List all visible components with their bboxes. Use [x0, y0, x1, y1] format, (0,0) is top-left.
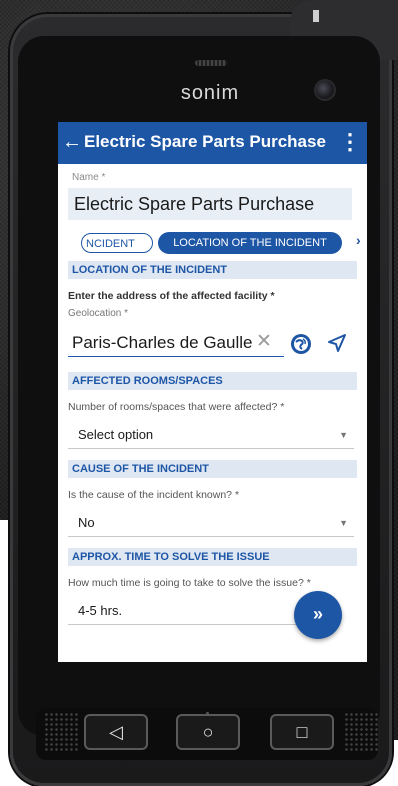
question-time: How much time is going to take to solve … — [68, 577, 311, 589]
screen: ← Electric Spare Parts Purchase ⋮ Name *… — [58, 122, 367, 662]
question-address: Enter the address of the affected facili… — [68, 290, 275, 302]
brand-logo: sonim — [180, 82, 240, 104]
clear-icon[interactable]: ✕ — [256, 330, 272, 354]
overflow-menu-icon[interactable]: ⋮ — [339, 130, 361, 154]
page-title: Electric Spare Parts Purchase — [84, 132, 326, 151]
question-rooms: Number of rooms/spaces that were affecte… — [68, 401, 285, 413]
chevron-down-icon: ▼ — [339, 430, 348, 440]
name-field[interactable]: Electric Spare Parts Purchase — [68, 188, 352, 220]
navigation-arrow-icon[interactable] — [326, 332, 348, 354]
section-header-cause: CAUSE OF THE INCIDENT — [68, 460, 357, 478]
tab-incident[interactable]: NCIDENT — [81, 233, 153, 253]
next-step-button[interactable]: » — [294, 591, 342, 639]
map-globe-icon[interactable] — [290, 333, 312, 355]
front-camera — [316, 81, 334, 99]
section-header-rooms: AFFECTED ROOMS/SPACES — [68, 372, 357, 390]
section-header-time: APPROX. TIME TO SOLVE THE ISSUE — [68, 548, 357, 566]
earpiece-speaker — [195, 60, 227, 66]
speaker-grill-right — [344, 712, 378, 752]
section-tabs: NCIDENT LOCATION OF THE INCIDENT › — [68, 232, 367, 256]
antenna-notch — [313, 10, 319, 22]
geolocation-input[interactable]: Paris-Charles de Gaulle — [68, 330, 284, 357]
tab-location-of-incident[interactable]: LOCATION OF THE INCIDENT — [158, 232, 342, 254]
name-field-value: Electric Spare Parts Purchase — [74, 194, 315, 214]
name-field-label: Name * — [72, 172, 106, 183]
cause-select-value: No — [78, 515, 95, 530]
tabs-next-icon[interactable]: › — [356, 232, 361, 248]
section-header-location: LOCATION OF THE INCIDENT — [68, 261, 357, 279]
time-select-value: 4-5 hrs. — [78, 603, 123, 618]
speaker-grill-left — [44, 712, 78, 752]
geolocation-value: Paris-Charles de Gaulle — [72, 333, 253, 352]
rooms-select[interactable]: Select option ▼ — [68, 422, 354, 449]
question-cause: Is the cause of the incident known? * — [68, 489, 240, 501]
chevron-down-icon: ▼ — [339, 518, 348, 528]
time-select[interactable]: 4-5 hrs. — [68, 598, 296, 625]
geolocation-label: Geolocation * — [68, 308, 129, 319]
back-arrow-icon[interactable]: ← — [62, 130, 82, 154]
rooms-select-value: Select option — [78, 427, 154, 442]
app-bar: ← Electric Spare Parts Purchase ⋮ — [58, 122, 367, 164]
cause-select[interactable]: No ▼ — [68, 510, 354, 537]
hardware-home-button[interactable]: ○ — [176, 714, 240, 750]
hardware-back-button[interactable]: ◁ — [84, 714, 148, 750]
hardware-recent-apps-button[interactable]: □ — [270, 714, 334, 750]
